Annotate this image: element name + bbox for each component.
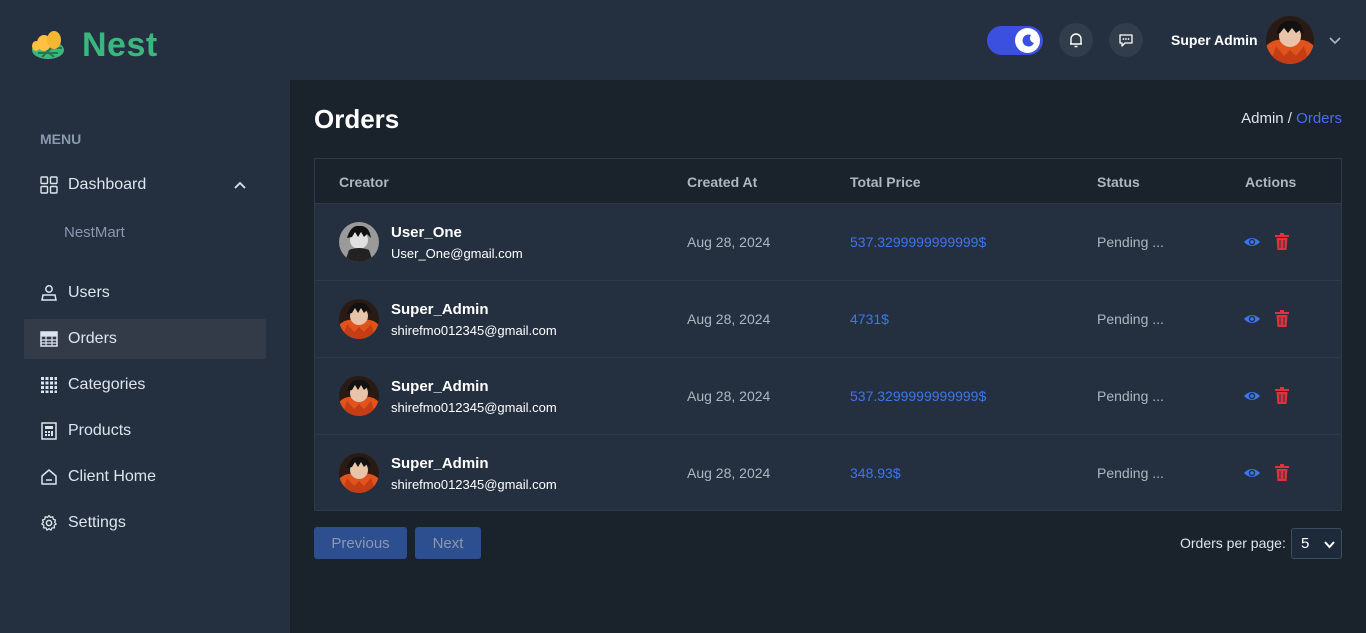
chevron-down-icon[interactable] — [1328, 33, 1342, 47]
sidebar-item-label: Categories — [68, 376, 146, 393]
moon-icon — [1022, 33, 1034, 46]
creator-name: User_One — [391, 224, 462, 241]
avatar-image — [1266, 16, 1314, 64]
trash-icon[interactable] — [1275, 387, 1289, 404]
sidebar-item-label: Client Home — [68, 468, 157, 485]
creator-email: User_One@gmail.com — [391, 246, 523, 261]
breadcrumb-parent[interactable]: Admin / — [1241, 110, 1292, 127]
trash-icon[interactable] — [1275, 233, 1289, 250]
column-header-creator: Creator — [339, 174, 389, 190]
brand-logo[interactable]: Nest — [24, 26, 174, 70]
sidebar-item-label: Users — [68, 284, 110, 301]
trash-icon[interactable] — [1275, 310, 1289, 327]
table-row: Super_Admin shirefmo012345@gmail.com Aug… — [315, 280, 1341, 357]
avatar — [339, 299, 379, 339]
sidebar-item-client-home[interactable]: Client Home — [24, 457, 266, 497]
order-status: Pending ... — [1097, 465, 1164, 481]
sidebar: MENU Dashboard NestMart Users Orders Cat… — [0, 80, 290, 633]
column-header-created-at: Created At — [687, 174, 758, 190]
column-header-actions: Actions — [1245, 174, 1297, 190]
home-icon — [40, 468, 58, 486]
sidebar-subitem-nestmart[interactable]: NestMart — [64, 224, 125, 241]
avatar — [339, 222, 379, 262]
sidebar-item-label: Products — [68, 422, 132, 439]
avatar — [339, 376, 379, 416]
dots-grid-icon — [40, 376, 58, 394]
total-price: 537.3299999999999$ — [850, 388, 987, 404]
eye-icon[interactable] — [1243, 465, 1261, 481]
column-header-status: Status — [1097, 174, 1140, 190]
theme-toggle[interactable] — [987, 26, 1043, 55]
eye-icon[interactable] — [1243, 311, 1261, 327]
per-page-value: 5 — [1301, 535, 1310, 552]
sidebar-item-settings[interactable]: Settings — [24, 503, 266, 543]
per-page-select[interactable]: 5 — [1291, 528, 1342, 559]
notifications-button[interactable] — [1059, 23, 1093, 57]
bell-icon — [1070, 33, 1082, 48]
creator-name: Super_Admin — [391, 378, 489, 395]
total-price: 348.93$ — [850, 465, 901, 481]
sidebar-item-categories[interactable]: Categories — [24, 365, 266, 405]
created-at: Aug 28, 2024 — [687, 465, 771, 481]
sidebar-item-users[interactable]: Users — [24, 273, 266, 313]
order-status: Pending ... — [1097, 234, 1164, 250]
theme-knob — [1015, 28, 1040, 53]
created-at: Aug 28, 2024 — [687, 234, 771, 250]
column-header-total-price: Total Price — [850, 174, 921, 190]
total-price: 4731$ — [850, 311, 889, 327]
user-icon — [40, 284, 58, 302]
sidebar-item-products[interactable]: Products — [24, 411, 266, 451]
creator-name: Super_Admin — [391, 301, 489, 318]
creator-email: shirefmo012345@gmail.com — [391, 400, 557, 415]
next-page-button[interactable]: Next — [415, 527, 481, 559]
messages-button[interactable] — [1109, 23, 1143, 57]
total-price: 537.3299999999999$ — [850, 234, 987, 250]
header-avatar[interactable] — [1266, 16, 1314, 64]
orders-table: Creator Created At Total Price Status Ac… — [314, 158, 1342, 511]
order-status: Pending ... — [1097, 388, 1164, 404]
table-row: Super_Admin shirefmo012345@gmail.com Aug… — [315, 434, 1341, 511]
sidebar-item-dashboard[interactable]: Dashboard — [24, 165, 266, 205]
brand-name: Nest — [82, 26, 158, 64]
gear-icon — [40, 514, 58, 532]
table-icon — [40, 330, 58, 348]
sidebar-item-label: Orders — [68, 330, 117, 347]
grid-icon — [40, 176, 58, 194]
sidebar-item-label: Settings — [68, 514, 126, 531]
chat-icon — [1119, 34, 1133, 47]
header-user-name[interactable]: Super Admin — [1171, 32, 1258, 48]
chevron-up-icon[interactable] — [232, 177, 248, 193]
calculator-icon — [40, 422, 58, 440]
sidebar-item-orders[interactable]: Orders — [24, 319, 266, 359]
page-title: Orders — [314, 104, 400, 134]
created-at: Aug 28, 2024 — [687, 388, 771, 404]
table-header: Creator Created At Total Price Status Ac… — [315, 159, 1341, 204]
per-page-label: Orders per page: — [1180, 535, 1286, 551]
avatar — [339, 453, 379, 493]
eye-icon[interactable] — [1243, 388, 1261, 404]
creator-name: Super_Admin — [391, 455, 489, 472]
breadcrumb: Admin / Orders — [1241, 110, 1342, 127]
table-row: User_One User_One@gmail.com Aug 28, 2024… — [315, 203, 1341, 280]
sidebar-item-label: Dashboard — [68, 176, 147, 193]
top-bar: Nest Super Admin — [0, 0, 1366, 80]
chevron-down-icon — [1324, 541, 1335, 549]
nest-logo-icon — [32, 31, 64, 59]
previous-page-button[interactable]: Previous — [314, 527, 407, 559]
order-status: Pending ... — [1097, 311, 1164, 327]
creator-email: shirefmo012345@gmail.com — [391, 323, 557, 338]
trash-icon[interactable] — [1275, 464, 1289, 481]
breadcrumb-current: Orders — [1296, 110, 1342, 127]
creator-email: shirefmo012345@gmail.com — [391, 477, 557, 492]
menu-title: MENU — [40, 131, 82, 147]
created-at: Aug 28, 2024 — [687, 311, 771, 327]
eye-icon[interactable] — [1243, 234, 1261, 250]
table-row: Super_Admin shirefmo012345@gmail.com Aug… — [315, 357, 1341, 434]
